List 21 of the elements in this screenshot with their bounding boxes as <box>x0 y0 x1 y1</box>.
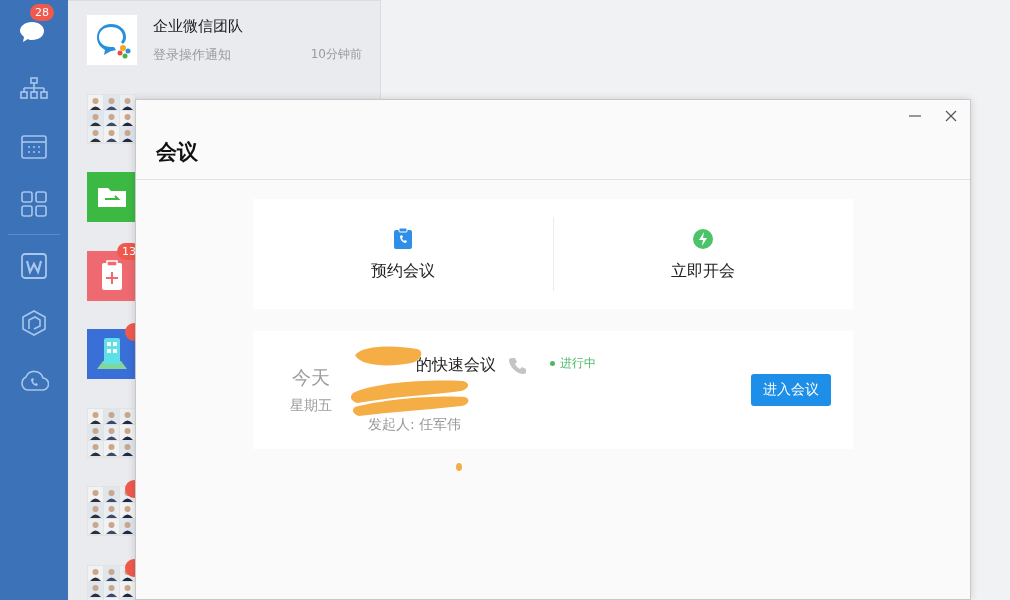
close-icon[interactable] <box>944 109 958 123</box>
meeting-day: 今天 <box>291 365 330 391</box>
wecom-logo-icon <box>87 15 137 66</box>
action-button[interactable]: 预约会议 <box>253 226 553 282</box>
message-time: 10分钟前 <box>310 45 362 63</box>
unread-badge: 28 <box>30 4 54 21</box>
calendar-icon[interactable] <box>20 132 48 161</box>
message-preview: 登录操作通知 <box>153 45 231 64</box>
phone-icon[interactable] <box>508 356 526 374</box>
document-w-icon[interactable] <box>20 251 48 280</box>
hexagon-icon[interactable] <box>20 308 48 337</box>
action-button[interactable]: 立即开会 <box>553 226 853 282</box>
dialog-title: 会议 <box>156 139 198 166</box>
clipboard-phone-icon <box>391 226 414 251</box>
meeting-title: 的快速会议 <box>416 354 496 376</box>
meeting-organizer: 发起人: 任军伟 <box>368 415 463 434</box>
chat-name: 企业微信团队 <box>153 16 244 36</box>
lightning-icon <box>692 226 715 251</box>
apps-grid-icon[interactable] <box>20 189 48 218</box>
meeting-status: 进行中 <box>560 354 596 372</box>
meeting-weekday: 星期五 <box>289 397 332 415</box>
